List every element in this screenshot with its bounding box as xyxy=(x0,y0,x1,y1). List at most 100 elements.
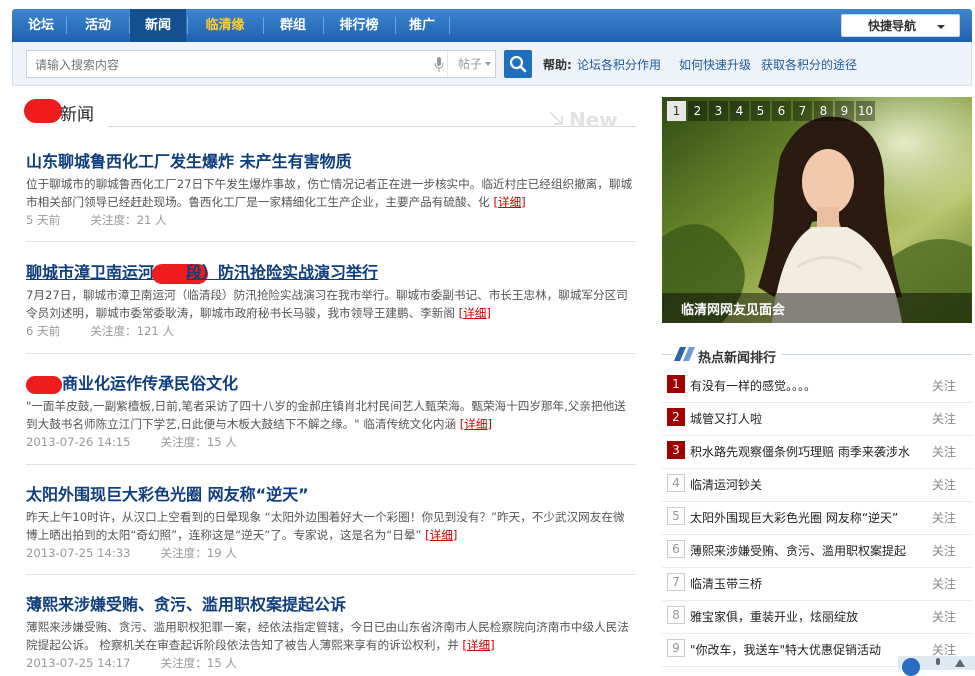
rank-badge: 5 xyxy=(667,507,685,525)
hot-news-link[interactable]: 有没有一样的感觉。。。。 xyxy=(690,377,816,394)
article-meta: 2013-07-25 14:17 关注度：15 人 xyxy=(26,654,636,672)
search-scope-select[interactable]: 帖子 xyxy=(447,51,497,77)
nav-item-linqingyuan[interactable]: 临清缘 xyxy=(188,9,262,42)
article-follow-count: 关注度：121 人 xyxy=(90,324,175,338)
news-article: 聊城市漳卫南运河（ 段）防汛抢险实战演习举行 7月27日，聊城市漳卫南运河（临清段… xyxy=(26,259,636,340)
redaction-mark xyxy=(26,375,62,394)
hot-news-header: 热点新闻排行 xyxy=(662,344,972,366)
nav-item-activity[interactable]: 活动 xyxy=(68,9,128,42)
stripes-icon xyxy=(674,345,696,363)
hot-news-link[interactable]: 薄熙来涉嫌受贿、贪污、滥用职权案提起 xyxy=(690,542,906,559)
slide-number-button[interactable]: 7 xyxy=(793,101,812,121)
microphone-icon[interactable] xyxy=(932,658,944,670)
help-label: 帮助: xyxy=(543,58,572,72)
article-summary: 7月27日，聊城市漳卫南运河（临清段）防汛抢险实战演习在我市举行。聊城市委副书记… xyxy=(26,286,634,322)
article-follow-count: 关注度：19 人 xyxy=(160,546,237,560)
divider xyxy=(26,574,636,575)
slide-number-button[interactable]: 8 xyxy=(814,101,833,121)
nav-item-promote[interactable]: 推广 xyxy=(396,9,448,42)
article-title-part: 聊城市漳卫南运河（ xyxy=(26,263,171,282)
photo-slideshow[interactable]: 1 2 3 4 5 6 7 8 9 10 临清网网友见面会 xyxy=(662,97,972,323)
slide-number-button[interactable]: 4 xyxy=(730,101,749,121)
article-summary-text: "一面羊皮鼓,一副紫檀板,日前,笔者采访了四十八岁的金郝庄镇肖北村民间艺人甄荣海… xyxy=(26,399,626,431)
chevron-down-icon xyxy=(937,25,945,29)
article-summary: "一面羊皮鼓,一副紫檀板,日前,笔者采访了四十八岁的金郝庄镇肖北村民间艺人甄荣海… xyxy=(26,397,634,433)
hot-news-link[interactable]: 临清玉带三桥 xyxy=(690,575,762,592)
article-detail-link[interactable]: [详细] xyxy=(462,638,494,652)
article-date: 6 天前 xyxy=(26,324,61,338)
follow-button[interactable]: 关注 xyxy=(932,509,956,526)
article-date: 2013-07-26 14:15 xyxy=(26,435,131,449)
hot-news-item: 1 有没有一样的感觉。。。。 关注 xyxy=(662,369,972,403)
article-date: 2013-07-25 14:33 xyxy=(26,546,131,560)
hot-news-link[interactable]: 临清运河钞关 xyxy=(690,476,762,493)
article-meta: 6 天前 关注度：121 人 xyxy=(26,322,636,340)
hot-news-link[interactable]: "你改车，我送车"特大优惠促销活动 xyxy=(690,641,881,658)
help-link-earn-credits[interactable]: 获取各积分的途径 xyxy=(761,56,857,73)
follow-button[interactable]: 关注 xyxy=(932,377,956,394)
slide-number-button[interactable]: 2 xyxy=(688,101,707,121)
hot-news-link[interactable]: 雅宝家俱，重装开业，炫丽绽放 xyxy=(690,608,858,625)
slide-number-button[interactable]: 1 xyxy=(667,101,686,121)
slideshow-photo[interactable] xyxy=(662,97,972,323)
follow-button[interactable]: 关注 xyxy=(932,476,956,493)
quick-nav-button[interactable]: 快捷导航 xyxy=(841,14,960,37)
play-icon[interactable] xyxy=(902,658,920,676)
article-detail-link[interactable]: [详细] xyxy=(493,195,525,209)
news-article: 商业化运作传承民俗文化 "一面羊皮鼓,一副紫檀板,日前,笔者采访了四十八岁的金郝… xyxy=(26,370,636,451)
article-title-link[interactable]: 薄熙来涉嫌受贿、贪污、滥用职权案提起公诉 xyxy=(26,591,636,614)
follow-button[interactable]: 关注 xyxy=(932,443,956,460)
hot-news-title: 热点新闻排行 xyxy=(698,347,783,366)
follow-button[interactable]: 关注 xyxy=(932,542,956,559)
help-link-upgrade[interactable]: 如何快速升级 xyxy=(679,56,751,73)
search-button[interactable] xyxy=(504,50,532,78)
hot-news-item: 3 积水路先观察僵条例巧理赔 雨季来袭涉水 关注 xyxy=(662,435,972,469)
article-title-link[interactable]: 商业化运作传承民俗文化 xyxy=(26,370,636,394)
follow-button[interactable]: 关注 xyxy=(932,608,956,625)
rank-badge: 9 xyxy=(667,639,685,657)
hot-news-item: 5 太阳外围现巨大彩色光圈 网友称“逆天” 关注 xyxy=(662,501,972,535)
hot-news-link[interactable]: 城管又打人啦 xyxy=(690,410,762,427)
slide-number-button[interactable]: 5 xyxy=(751,101,770,121)
nav-divider xyxy=(66,17,67,34)
floating-toolbar xyxy=(898,656,975,676)
rank-badge: 2 xyxy=(667,408,685,426)
hot-news-link[interactable]: 太阳外围现巨大彩色光圈 网友称“逆天” xyxy=(690,509,898,526)
follow-button[interactable]: 关注 xyxy=(932,410,956,427)
slide-number-button[interactable]: 3 xyxy=(709,101,728,121)
search-box: 帖子 xyxy=(26,50,496,78)
article-title-link[interactable]: 山东聊城鲁西化工厂发生爆炸 未产生有害物质 xyxy=(26,148,636,171)
slide-number-button[interactable]: 10 xyxy=(856,101,875,121)
redaction-mark xyxy=(24,99,62,123)
nav-item-news[interactable]: 新闻 xyxy=(130,9,186,42)
slide-number-button[interactable]: 6 xyxy=(772,101,791,121)
follow-button[interactable]: 关注 xyxy=(932,575,956,592)
article-detail-link[interactable]: [详细] xyxy=(459,306,491,320)
article-title-link[interactable]: 太阳外围现巨大彩色光圈 网友称“逆天” xyxy=(26,481,636,504)
nav-item-groups[interactable]: 群组 xyxy=(264,9,322,42)
nav-item-ranking[interactable]: 排行榜 xyxy=(324,9,394,42)
hot-news-item: 2 城管又打人啦 关注 xyxy=(662,402,972,436)
article-date: 5 天前 xyxy=(26,213,61,227)
slide-number-button[interactable]: 9 xyxy=(835,101,854,121)
hot-news-link[interactable]: 积水路先观察僵条例巧理赔 雨季来袭涉水 xyxy=(690,443,910,460)
rank-badge: 6 xyxy=(667,540,685,558)
article-detail-link[interactable]: [详细] xyxy=(460,417,492,431)
search-input[interactable] xyxy=(33,54,407,76)
search-bar: 帖子 帮助: 论坛各积分作用 如何快速升级 获取各积分的途径 xyxy=(12,42,972,86)
article-detail-link[interactable]: [详细] xyxy=(425,528,457,542)
article-title-link[interactable]: 聊城市漳卫南运河（ 段）防汛抢险实战演习举行 xyxy=(26,259,636,284)
news-article: 薄熙来涉嫌受贿、贪污、滥用职权案提起公诉 薄熙来涉嫌受贿、贪污、滥用职权犯罪一案… xyxy=(26,591,636,672)
hot-news-item: 8 雅宝家俱，重装开业，炫丽绽放 关注 xyxy=(662,600,972,634)
nav-item-forum[interactable]: 论坛 xyxy=(18,9,64,42)
article-title-part: 商业化运作传承民俗文化 xyxy=(62,374,239,393)
divider xyxy=(26,353,636,354)
new-watermark: New xyxy=(569,108,618,132)
help-link-credits[interactable]: 论坛各积分作用 xyxy=(577,56,661,73)
microphone-icon[interactable] xyxy=(434,57,444,73)
divider xyxy=(26,241,636,242)
nav-divider xyxy=(449,17,450,34)
article-date: 2013-07-25 14:17 xyxy=(26,656,131,670)
slide-caption[interactable]: 临清网网友见面会 xyxy=(681,299,785,318)
arrow-up-icon[interactable] xyxy=(954,658,966,670)
